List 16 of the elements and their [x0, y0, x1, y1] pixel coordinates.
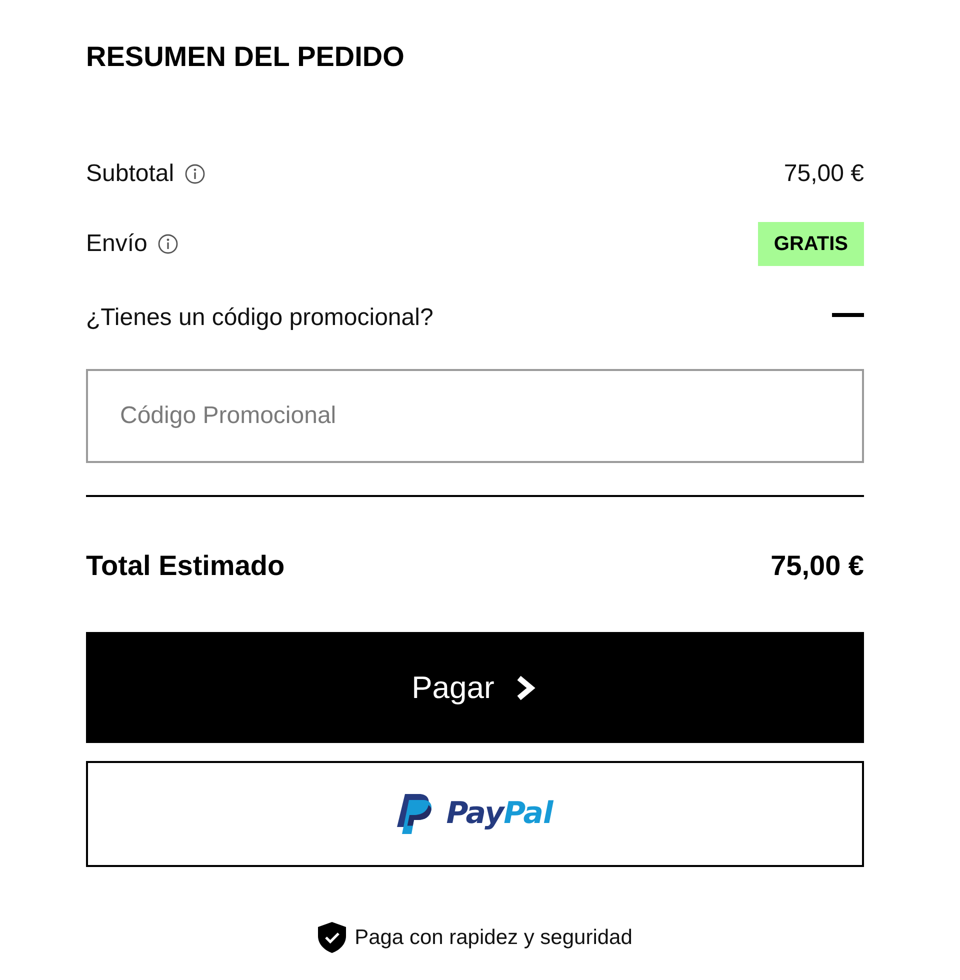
- pay-button[interactable]: Pagar: [86, 632, 864, 743]
- promo-code-field[interactable]: Código Promocional: [86, 369, 864, 463]
- double-p-logo-icon: [397, 794, 432, 834]
- total-value: 75,00 €: [770, 549, 864, 583]
- promo-question: ¿Tienes un código promocional?: [86, 303, 434, 333]
- secure-payment-note: Paga con rapidez y seguridad: [354, 924, 632, 950]
- amount-value: 75,00 €: [784, 159, 864, 189]
- info-icon[interactable]: [185, 164, 206, 184]
- shield-check-icon: [318, 922, 346, 953]
- info-icon[interactable]: [158, 234, 178, 254]
- paypal-button[interactable]: PayPal: [86, 761, 864, 867]
- row-label: Subtotal: [86, 159, 174, 189]
- row-label: Envío: [86, 229, 148, 259]
- order-summary-title: RESUMEN DEL PEDIDO: [86, 40, 404, 74]
- total-label: Total Estimado: [86, 549, 285, 583]
- free-badge: GRATIS: [758, 222, 864, 266]
